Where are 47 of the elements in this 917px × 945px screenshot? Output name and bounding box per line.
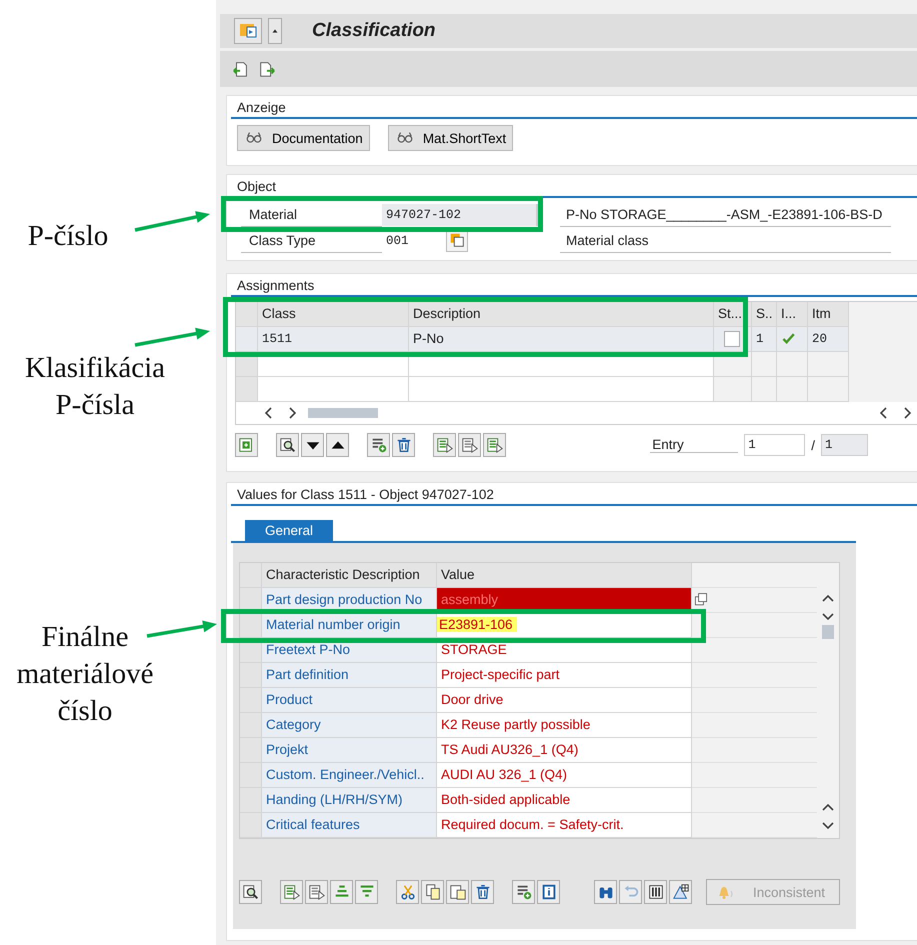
column-header[interactable]: Description xyxy=(409,302,714,327)
table-cell: Custom. Engineer./Vehicl.. xyxy=(262,763,437,788)
section-title: Anzeige xyxy=(231,98,917,119)
table-cell: Door drive xyxy=(437,688,692,713)
table-cell: 20 xyxy=(808,327,849,352)
annotation-label: Klasifikácia P-čísla xyxy=(24,351,166,423)
column-header[interactable]: Value xyxy=(437,563,692,588)
table-cell: Part definition xyxy=(262,663,437,688)
input-field: 1 xyxy=(821,434,868,456)
table-cell: Handing (LH/RH/SYM) xyxy=(262,788,437,813)
section-title: Assignments xyxy=(231,276,917,297)
column-header[interactable]: I... xyxy=(777,302,808,327)
table-cell: Project-specific part xyxy=(437,663,692,688)
window-title: Classification xyxy=(312,20,436,42)
input-field: 947027-102 xyxy=(382,204,538,226)
table-cell: TS Audi AU326_1 (Q4) xyxy=(437,738,692,763)
separator-text: / xyxy=(811,438,816,452)
column-header[interactable]: S.. xyxy=(752,302,777,327)
table-cell: Projekt xyxy=(262,738,437,763)
table-cell: P-No xyxy=(409,327,714,352)
tab[interactable]: General xyxy=(245,520,334,541)
input-field[interactable]: 001 xyxy=(382,230,444,252)
column-header[interactable]: Characteristic Description xyxy=(262,563,437,588)
field-label: Entry xyxy=(650,437,738,453)
display-button[interactable]: Documentation xyxy=(237,125,370,151)
table-cell: 1511 xyxy=(258,327,409,352)
table-cell: Material number origin xyxy=(262,613,437,638)
description-text: P-No STORAGE________-ASM_-E23891-106-BS-D xyxy=(560,204,891,226)
description-text: Material class xyxy=(560,230,891,252)
table-cell: Required docum. = Safety-crit. xyxy=(437,813,692,838)
table-cell: K2 Reuse partly possible xyxy=(437,713,692,738)
field-label: Class Type xyxy=(241,230,382,252)
annotation-label: P-číslo xyxy=(26,219,110,254)
highlighted-text: E23891-106 xyxy=(437,617,517,632)
column-header[interactable]: Class xyxy=(258,302,409,327)
column-header[interactable]: Itm xyxy=(808,302,849,327)
table-cell: Critical features xyxy=(262,813,437,838)
annotation-label: Finálne materiálové číslo xyxy=(16,620,154,729)
table-cell: AUDI AU 326_1 (Q4) xyxy=(437,763,692,788)
section-title: Object xyxy=(231,177,917,198)
section-title: Values for Class 1511 - Object 947027-102 xyxy=(231,485,917,506)
display-button[interactable]: Mat.ShortText xyxy=(388,125,514,151)
table-cell: Both-sided applicable xyxy=(437,788,692,813)
table-cell: Product xyxy=(262,688,437,713)
table-cell: Category xyxy=(262,713,437,738)
table-cell: 1 xyxy=(752,327,777,352)
input-field[interactable]: 1 xyxy=(744,434,806,456)
